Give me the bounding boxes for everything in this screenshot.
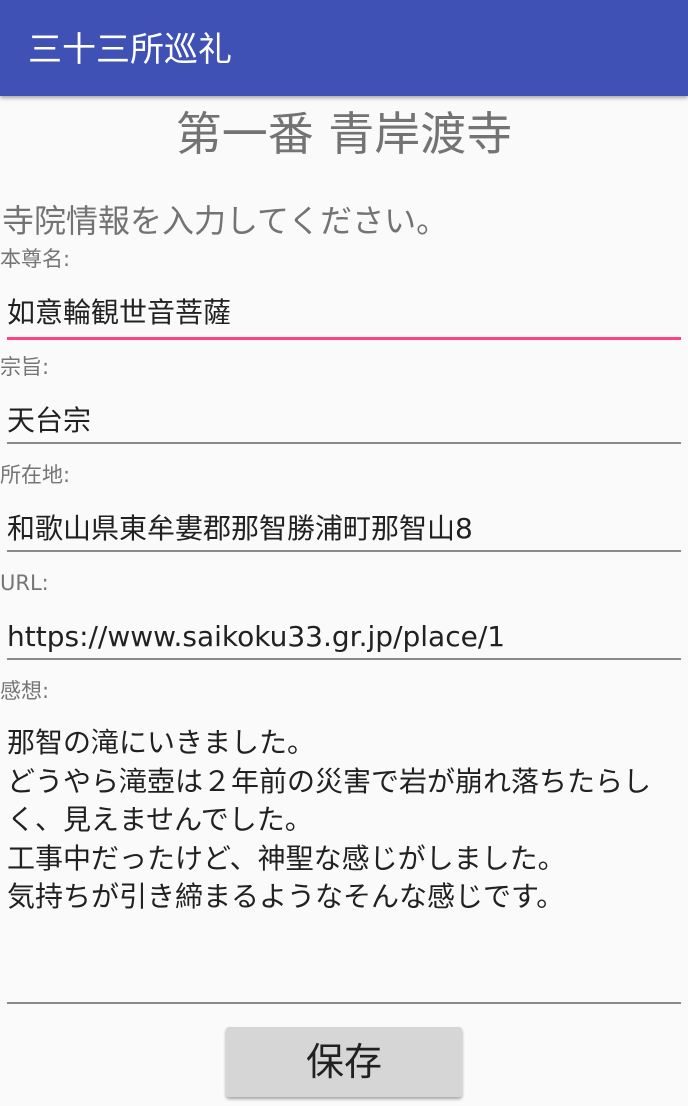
honzon-label: 本尊名: bbox=[0, 247, 71, 271]
address-value: 和歌山県東牟婁郡那智勝浦町那智山8 bbox=[7, 512, 473, 545]
address-label: 所在地: bbox=[0, 463, 71, 487]
save-button[interactable]: 保存 bbox=[226, 1027, 462, 1097]
shushi-label: 宗旨: bbox=[0, 355, 50, 379]
impressions-label: 感想: bbox=[0, 679, 50, 703]
page-title: 第一番 青岸渡寺 bbox=[175, 107, 513, 161]
url-label: URL: bbox=[0, 571, 49, 595]
url-value: https://www.saikoku33.gr.jp/place/1 bbox=[7, 620, 506, 653]
instruction-text: 寺院情報を入力してください。 bbox=[2, 202, 449, 240]
app-title: 三十三所巡礼 bbox=[28, 30, 232, 70]
shushi-value: 天台宗 bbox=[7, 404, 92, 437]
shushi-input[interactable]: 天台宗 bbox=[7, 396, 681, 444]
honzon-value: 如意輪観世音菩薩 bbox=[7, 296, 232, 329]
temple-form-screen: 第一番 青岸渡寺 寺院情報を入力してください。 本尊名: 如意輪観世音菩薩 宗旨… bbox=[0, 96, 688, 1106]
address-input[interactable]: 和歌山県東牟婁郡那智勝浦町那智山8 bbox=[7, 504, 681, 552]
app-bar: 三十三所巡礼 bbox=[0, 0, 688, 96]
url-input[interactable]: https://www.saikoku33.gr.jp/place/1 bbox=[7, 612, 681, 660]
impressions-textarea[interactable]: 那智の滝にいきました。 どうやら滝壺は２年前の災害で岩が崩れ落ちたらしく、見えま… bbox=[7, 724, 681, 1004]
honzon-input[interactable]: 如意輪観世音菩薩 bbox=[7, 288, 681, 340]
